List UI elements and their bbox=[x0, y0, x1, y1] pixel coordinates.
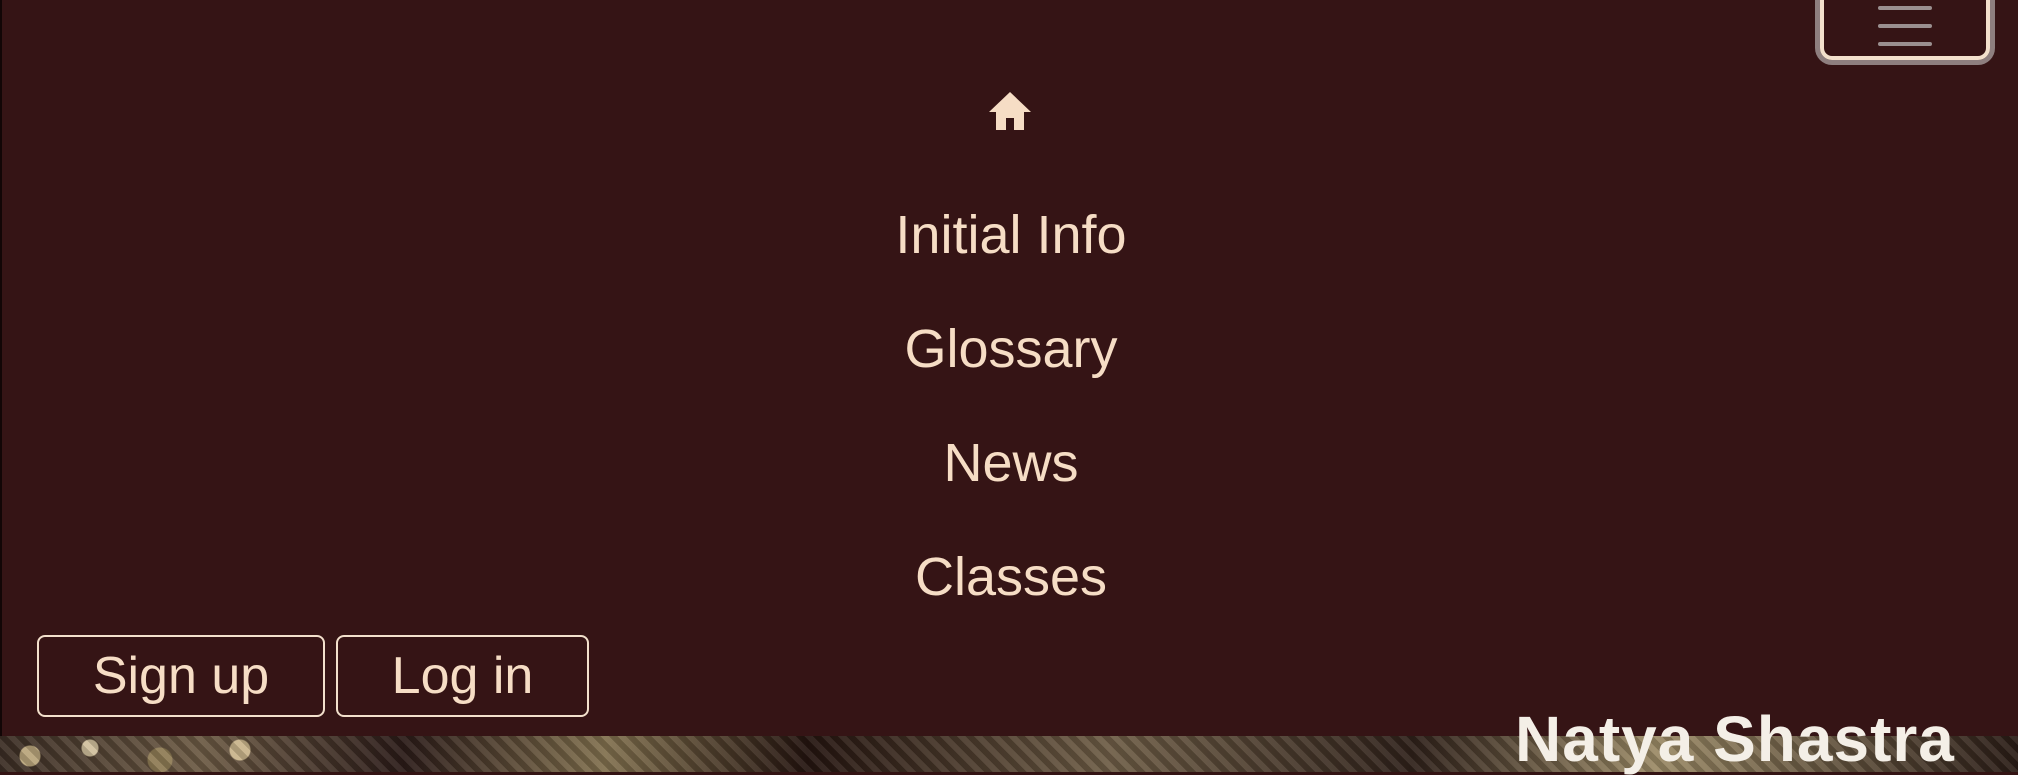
nav-item-news[interactable]: News bbox=[2, 433, 2018, 493]
hero-title: Natya Shastra bbox=[1515, 703, 1955, 775]
nav-item-initial-info[interactable]: Initial Info bbox=[2, 205, 2018, 265]
sign-up-button[interactable]: Sign up bbox=[37, 635, 325, 717]
menu-toggle-button[interactable] bbox=[1820, 0, 1990, 60]
nav-item-glossary[interactable]: Glossary bbox=[2, 319, 2018, 379]
log-in-button[interactable]: Log in bbox=[336, 635, 589, 717]
nav-menu-panel: Initial Info Glossary News Classes Sign … bbox=[0, 0, 2018, 736]
home-icon bbox=[989, 92, 1031, 130]
home-link[interactable] bbox=[987, 90, 1033, 132]
nav-item-classes[interactable]: Classes bbox=[2, 547, 2018, 607]
hamburger-icon bbox=[1878, 6, 1932, 46]
